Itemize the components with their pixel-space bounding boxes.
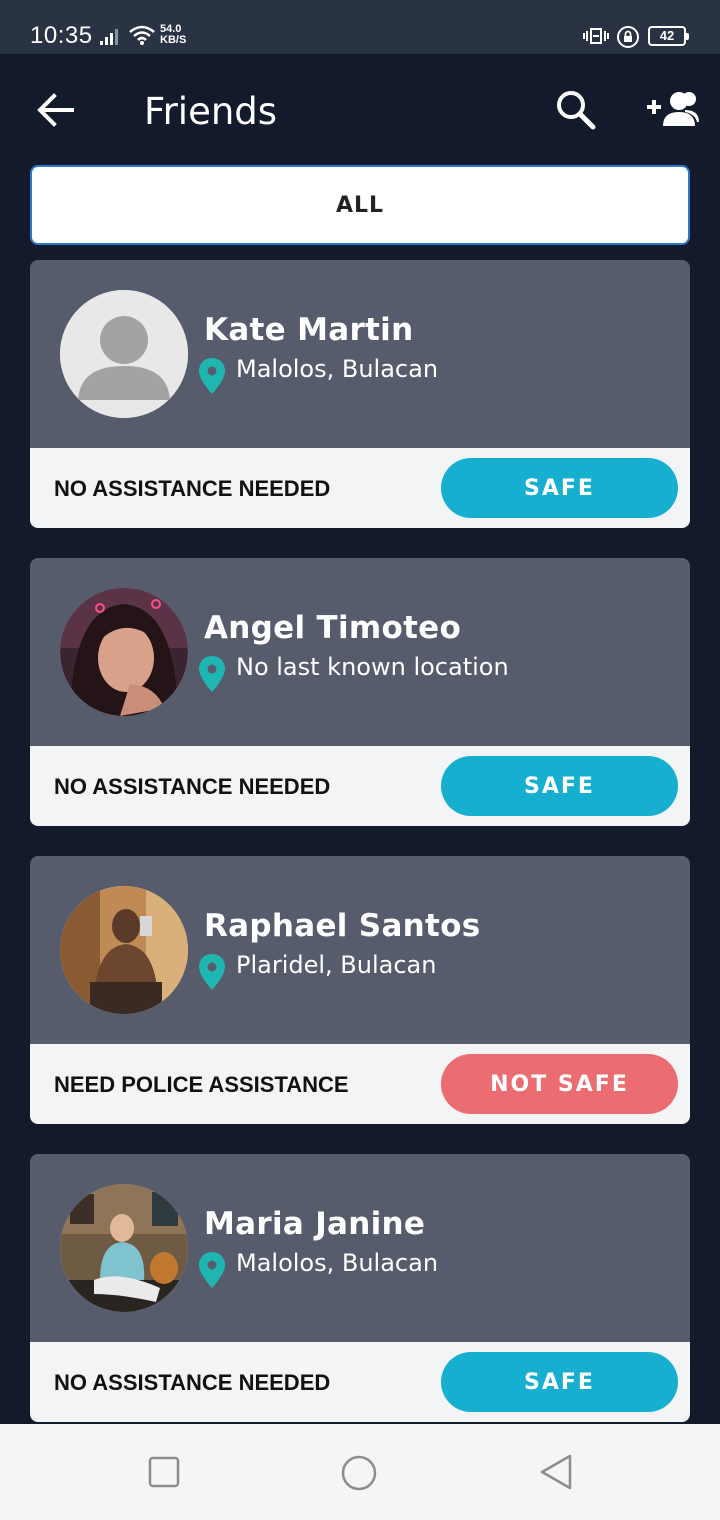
safe-status-button[interactable]: SAFE	[441, 1352, 678, 1412]
signal-icon	[100, 27, 122, 49]
location-pin-icon	[197, 1250, 227, 1290]
friend-card-footer: NO ASSISTANCE NEEDED SAFE	[30, 746, 690, 826]
back-button[interactable]	[36, 90, 76, 130]
home-icon[interactable]	[340, 1454, 378, 1496]
friend-card-footer: NEED POLICE ASSISTANCE NOT SAFE	[30, 1044, 690, 1124]
filter-all-button[interactable]: ALL	[30, 165, 690, 245]
avatar	[60, 1184, 188, 1312]
location-pin-icon	[197, 952, 227, 992]
search-button[interactable]	[554, 88, 598, 132]
avatar	[60, 886, 188, 1014]
friend-card-header: Kate Martin Malolos, Bulacan	[30, 260, 690, 448]
search-icon	[557, 91, 596, 130]
profile-photo	[60, 886, 188, 1014]
safe-status-button[interactable]: SAFE	[441, 458, 678, 518]
friend-card[interactable]: Raphael Santos Plaridel, Bulacan NEED PO…	[30, 856, 690, 1124]
friend-location: Malolos, Bulacan	[236, 355, 439, 383]
app-bar: Friends	[0, 54, 720, 166]
assistance-status: NO ASSISTANCE NEEDED	[54, 774, 331, 799]
assistance-status: NEED POLICE ASSISTANCE	[54, 1072, 349, 1097]
friend-location: Malolos, Bulacan	[236, 1249, 439, 1277]
friend-name: Raphael Santos	[204, 908, 481, 944]
network-speed: 54.0 KB/S	[160, 24, 186, 46]
profile-photo	[60, 1184, 188, 1312]
assistance-status: NO ASSISTANCE NEEDED	[54, 476, 331, 501]
add-friend-button[interactable]	[645, 90, 699, 130]
friend-card-footer: NO ASSISTANCE NEEDED SAFE	[30, 1342, 690, 1422]
friend-card-header: Angel Timoteo No last known location	[30, 558, 690, 746]
battery-indicator: 42	[648, 26, 689, 46]
friend-card[interactable]: Maria Janine Malolos, Bulacan NO ASSISTA…	[30, 1154, 690, 1422]
system-back-icon[interactable]	[538, 1452, 574, 1496]
avatar	[60, 290, 188, 418]
rotation-lock-icon	[616, 25, 640, 53]
friend-card-footer: NO ASSISTANCE NEEDED SAFE	[30, 448, 690, 528]
friend-location: No last known location	[236, 653, 509, 681]
friend-name: Kate Martin	[204, 312, 414, 348]
friend-card[interactable]: Kate Martin Malolos, Bulacan NO ASSISTAN…	[30, 260, 690, 528]
safe-status-button[interactable]: SAFE	[441, 756, 678, 816]
location-pin-icon	[197, 654, 227, 694]
network-speed-unit: KB/S	[160, 34, 187, 46]
friend-location: Plaridel, Bulacan	[236, 951, 437, 979]
avatar	[60, 588, 188, 716]
friend-card[interactable]: Angel Timoteo No last known location NO …	[30, 558, 690, 826]
assistance-status: NO ASSISTANCE NEEDED	[54, 1370, 331, 1395]
status-bar: 10:35 54.0 KB/S 42	[0, 0, 720, 54]
add-person-icon	[647, 92, 699, 126]
friend-card-header: Maria Janine Malolos, Bulacan	[30, 1154, 690, 1342]
friend-name: Angel Timoteo	[204, 610, 462, 646]
system-navigation-bar	[0, 1424, 720, 1520]
vibrate-icon	[581, 25, 611, 51]
friend-card-header: Raphael Santos Plaridel, Bulacan	[30, 856, 690, 1044]
recent-apps-icon[interactable]	[148, 1456, 180, 1492]
default-avatar-icon	[60, 290, 188, 418]
filter-label: ALL	[335, 192, 385, 218]
page-title: Friends	[144, 90, 278, 133]
status-time: 10:35	[30, 22, 93, 49]
not-safe-status-button[interactable]: NOT SAFE	[441, 1054, 678, 1114]
friend-name: Maria Janine	[204, 1206, 426, 1242]
wifi-icon	[128, 24, 156, 50]
arrow-left-icon	[37, 93, 74, 127]
profile-photo	[60, 588, 188, 716]
location-pin-icon	[197, 356, 227, 396]
